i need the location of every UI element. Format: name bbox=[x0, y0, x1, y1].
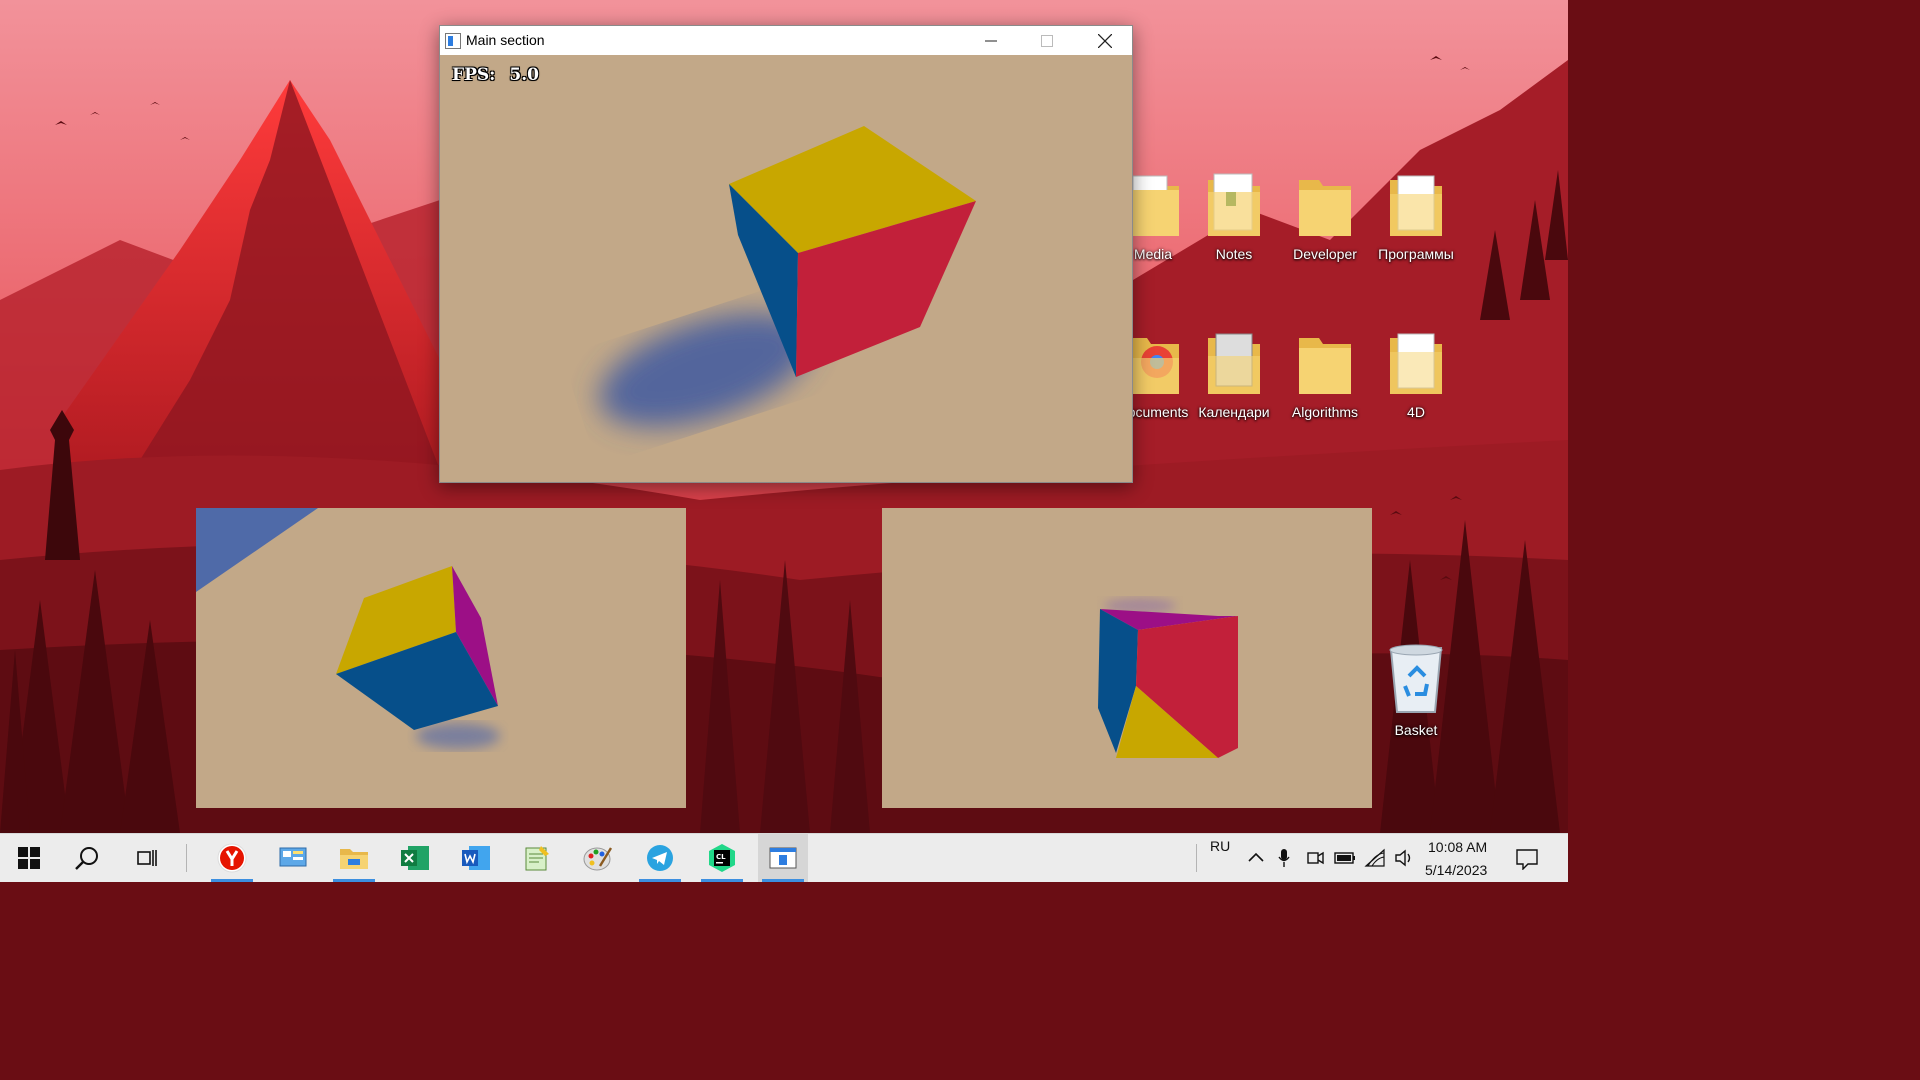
folder-icon bbox=[1208, 333, 1260, 394]
fps-value: 5.0 bbox=[509, 65, 539, 85]
wifi-icon[interactable] bbox=[1364, 848, 1386, 868]
taskbar-separator bbox=[186, 844, 187, 872]
left-cube-render bbox=[196, 508, 686, 808]
desktop-icon-programs[interactable]: Программы bbox=[1373, 170, 1459, 262]
folder-icon bbox=[1299, 338, 1351, 394]
start-button[interactable] bbox=[4, 834, 54, 882]
recycle-bin-icon bbox=[1389, 644, 1443, 713]
task-view-button[interactable] bbox=[122, 834, 172, 882]
tray-separator bbox=[1196, 844, 1197, 872]
desktop-icon-notes[interactable]: Notes bbox=[1191, 170, 1277, 262]
desktop-icon-developer[interactable]: Developer bbox=[1282, 170, 1368, 262]
notepad-icon bbox=[525, 846, 549, 871]
close-button[interactable] bbox=[1082, 26, 1128, 55]
close-icon bbox=[1098, 33, 1112, 48]
fps-label: FPS: bbox=[452, 65, 496, 85]
control-panel-icon bbox=[279, 847, 307, 867]
svg-text:CL: CL bbox=[716, 853, 726, 861]
clock-time[interactable]: 10:08 AM bbox=[1428, 839, 1487, 855]
desktop-icon-algorithms[interactable]: Algorithms bbox=[1282, 328, 1368, 420]
right-cube-render bbox=[882, 508, 1372, 808]
windows-start-icon bbox=[18, 847, 40, 869]
file-explorer-icon bbox=[340, 849, 368, 869]
word-icon bbox=[462, 846, 490, 870]
telegram-icon bbox=[647, 845, 673, 871]
folder-icon bbox=[1390, 175, 1442, 236]
language-indicator[interactable]: RU bbox=[1210, 838, 1230, 854]
folder-icon bbox=[1299, 180, 1351, 236]
taskbar-excel[interactable] bbox=[390, 834, 440, 882]
battery-icon[interactable] bbox=[1334, 848, 1356, 868]
secondary-view-right[interactable] bbox=[882, 508, 1372, 808]
desktop-icon-4d[interactable]: 4D bbox=[1373, 328, 1459, 420]
window-titlebar[interactable]: Main section bbox=[440, 26, 1132, 55]
app-window-icon bbox=[445, 33, 461, 49]
microphone-icon[interactable] bbox=[1278, 848, 1290, 868]
taskbar-word[interactable] bbox=[451, 834, 501, 882]
task-view-icon bbox=[137, 850, 157, 866]
fps-counter: FPS: 5.0 bbox=[452, 65, 553, 85]
taskbar: CL RU 10:08 AM 5/14/2023 bbox=[0, 833, 1568, 882]
maximize-button[interactable] bbox=[1024, 26, 1070, 55]
maximize-icon bbox=[1041, 34, 1053, 47]
main-section-window[interactable]: Main section FPS: 5.0 bbox=[439, 25, 1133, 483]
excel-icon bbox=[401, 846, 429, 870]
window-title: Main section bbox=[466, 32, 545, 48]
search-button[interactable] bbox=[62, 834, 112, 882]
folder-icon bbox=[1208, 173, 1260, 236]
taskbar-notepad[interactable] bbox=[512, 834, 562, 882]
meet-now-icon[interactable] bbox=[1306, 848, 1324, 868]
desktop-icon-calendars[interactable]: Календари bbox=[1191, 328, 1277, 420]
clion-icon: CL bbox=[709, 844, 735, 872]
show-hidden-icons-chevron-icon[interactable] bbox=[1248, 852, 1264, 862]
search-icon bbox=[75, 847, 98, 870]
desktop-icon-basket[interactable]: Basket bbox=[1373, 640, 1459, 738]
taskbar-telegram[interactable] bbox=[635, 834, 685, 882]
main-cube-render bbox=[440, 55, 1132, 482]
taskbar-clion[interactable]: CL bbox=[697, 834, 747, 882]
volume-icon[interactable] bbox=[1394, 848, 1414, 868]
taskbar-main-section-app[interactable] bbox=[758, 834, 808, 882]
taskbar-file-explorer[interactable] bbox=[329, 834, 379, 882]
main-section-app-icon bbox=[769, 847, 797, 869]
clock-date[interactable]: 5/14/2023 bbox=[1425, 862, 1487, 878]
paint-icon bbox=[583, 847, 613, 871]
taskbar-yandex-browser[interactable] bbox=[207, 834, 257, 882]
folder-icon bbox=[1390, 333, 1442, 394]
secondary-view-left[interactable] bbox=[196, 508, 686, 808]
notifications-icon[interactable] bbox=[1516, 848, 1538, 870]
minimize-icon bbox=[985, 40, 997, 41]
yandex-browser-icon bbox=[217, 843, 247, 873]
taskbar-paint[interactable] bbox=[573, 834, 623, 882]
cube-shadow bbox=[416, 723, 500, 749]
minimize-button[interactable] bbox=[968, 26, 1014, 55]
main-3d-viewport[interactable]: FPS: 5.0 bbox=[440, 55, 1132, 482]
taskbar-control-panel[interactable] bbox=[268, 834, 318, 882]
